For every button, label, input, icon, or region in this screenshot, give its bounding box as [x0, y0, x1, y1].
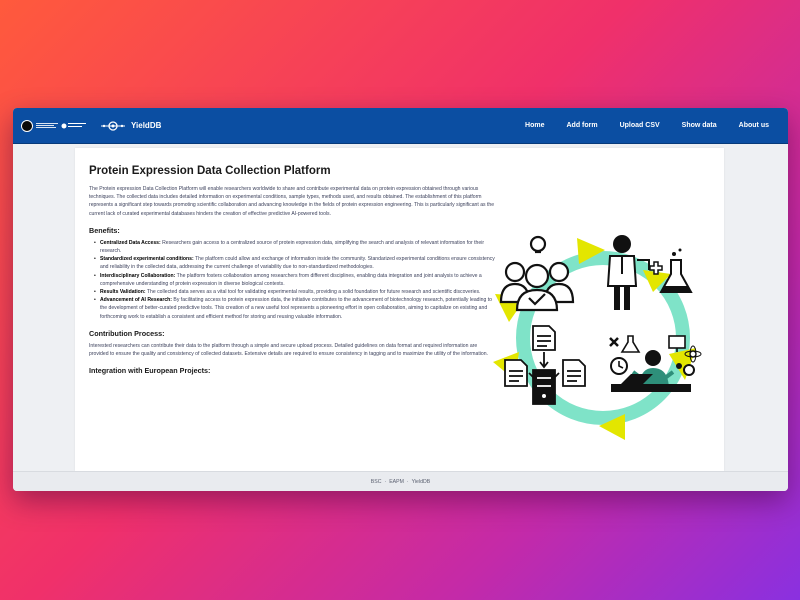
- benefit-item: Advancement of AI Research: By facilitat…: [94, 296, 497, 321]
- nav-upload-csv[interactable]: Upload CSV: [609, 122, 671, 129]
- text-column: The Protein expression Data Collection P…: [89, 185, 497, 375]
- yielddb-logo-icon: [101, 120, 125, 131]
- intro-paragraph: The Protein expression Data Collection P…: [89, 186, 495, 217]
- footer-item[interactable]: YieldDB: [412, 479, 431, 485]
- nav-about-us[interactable]: About us: [728, 122, 780, 129]
- benefit-item: Results Validation: The collected data s…: [94, 288, 497, 296]
- nav-add-form[interactable]: Add form: [555, 122, 608, 129]
- benefit-text: The collected data serves as a vital too…: [145, 289, 481, 296]
- benefits-heading: Benefits:: [89, 225, 120, 235]
- footer-item[interactable]: EAPM: [389, 479, 404, 485]
- footer: BSC · EAPM · YieldDB: [13, 471, 788, 491]
- team-idea-icon: [499, 235, 575, 312]
- footer-separator: ·: [406, 478, 409, 485]
- navbar: YieldDB Home Add form Upload CSV Show da…: [13, 108, 788, 144]
- institution-logo-mark-2: [61, 122, 86, 128]
- institution-logo[interactable]: [21, 119, 87, 132]
- browser-window: YieldDB Home Add form Upload CSV Show da…: [13, 108, 788, 491]
- page-title: Protein Expression Data Collection Platf…: [89, 165, 331, 177]
- yielddb-logo[interactable]: YieldDB: [101, 120, 161, 132]
- institution-logo-mark: [21, 119, 33, 132]
- research-cycle-illustration: [493, 235, 702, 440]
- brand-name: YieldDB: [131, 121, 162, 130]
- benefit-term: Results Validation:: [100, 289, 146, 296]
- benefit-item: Interdisciplinary Collaboration: The pla…: [94, 272, 497, 288]
- nav-home[interactable]: Home: [514, 122, 555, 129]
- benefit-term: Standardized experimental conditions:: [100, 256, 194, 263]
- benefit-term: Centralized Data Access:: [100, 239, 161, 246]
- integration-heading: Integration with European Projects:: [89, 366, 211, 376]
- benefits-list: Centralized Data Access: Researchers gai…: [89, 239, 497, 321]
- contribution-paragraph: Interested researchers can contribute th…: [89, 342, 488, 358]
- benefit-item: Centralized Data Access: Researchers gai…: [94, 239, 497, 255]
- benefit-term: Advancement of AI Research:: [100, 297, 172, 304]
- nav-links: Home Add form Upload CSV Show data About…: [514, 122, 780, 129]
- footer-item[interactable]: BSC: [371, 479, 382, 485]
- nav-show-data[interactable]: Show data: [671, 122, 728, 129]
- benefit-term: Interdisciplinary Collaboration:: [100, 272, 176, 279]
- flask-icon: [659, 248, 693, 293]
- benefit-item: Standardized experimental conditions: Th…: [94, 255, 497, 271]
- main-card: Protein Expression Data Collection Platf…: [75, 148, 724, 471]
- footer-separator: ·: [384, 478, 387, 485]
- scientist-icon: [606, 235, 663, 310]
- content-area[interactable]: Protein Expression Data Collection Platf…: [13, 144, 788, 471]
- contribution-heading: Contribution Process:: [89, 328, 165, 338]
